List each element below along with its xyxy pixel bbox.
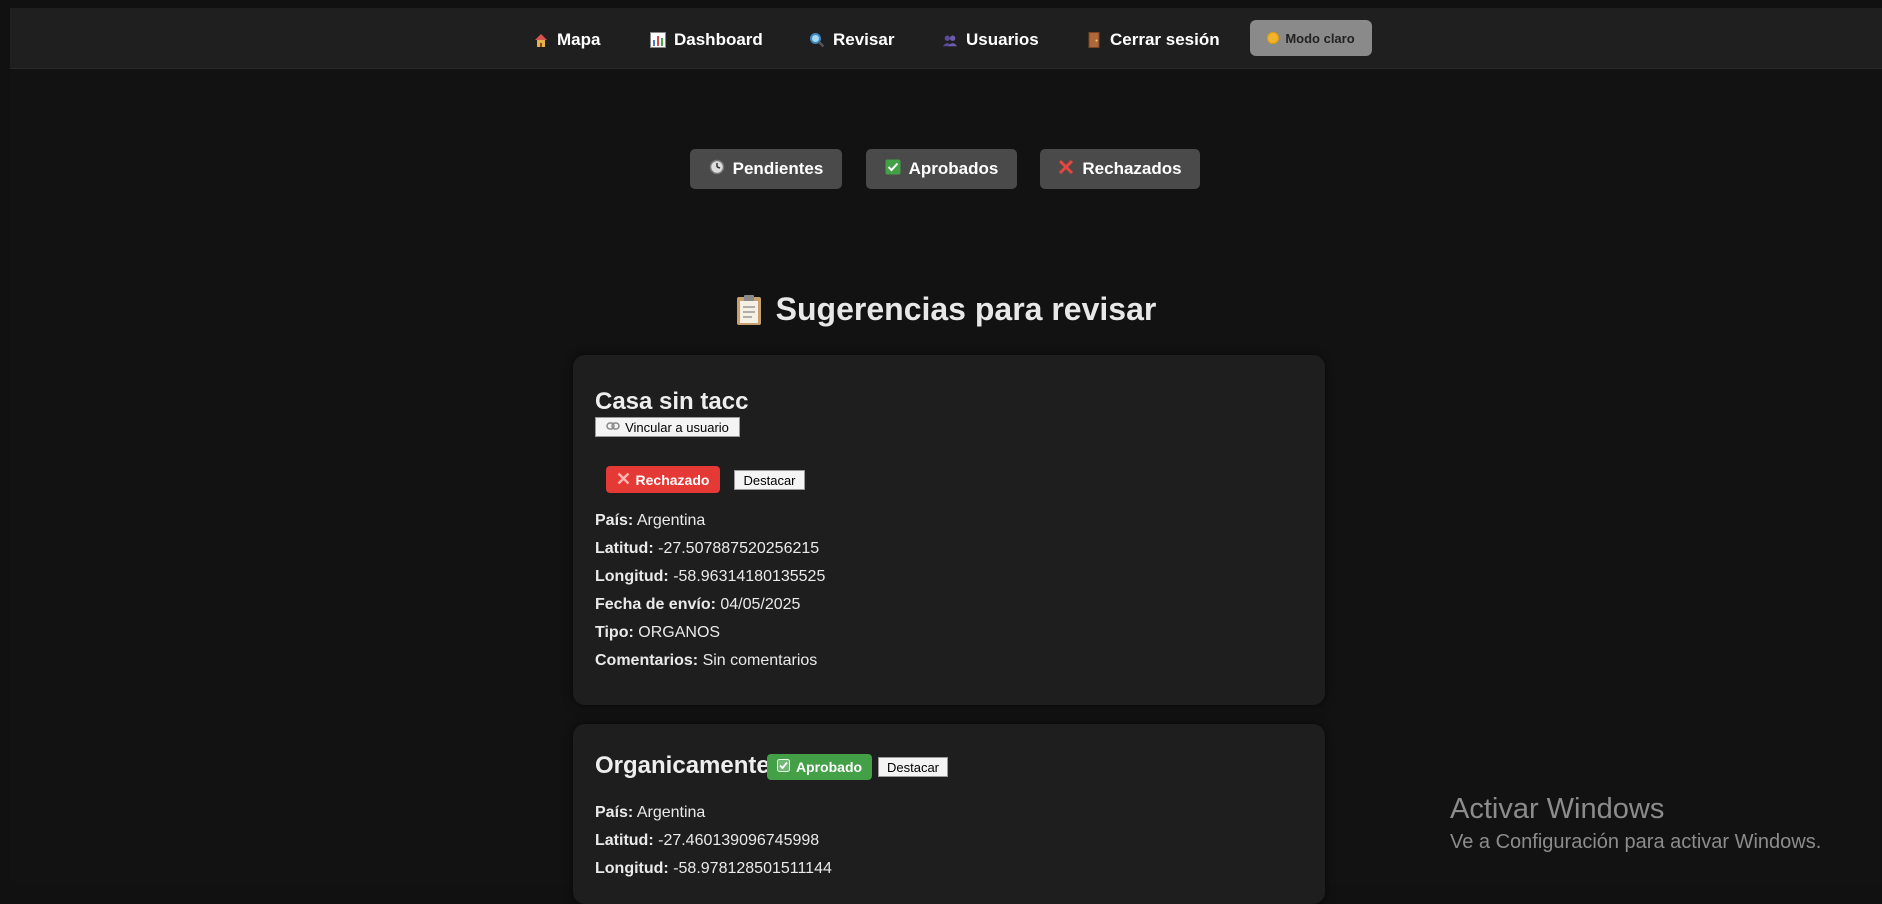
country-label: País: (595, 804, 634, 821)
filter-pending-label: Pendientes (732, 159, 824, 178)
users-icon (942, 32, 958, 48)
link-icon (606, 420, 620, 435)
windows-activation-title: Activar Windows (1450, 793, 1665, 825)
country-value: Argentina (636, 804, 706, 821)
latitude-field: Latitud: -27.507887520256215 (595, 540, 819, 558)
latitude-field: Latitud: -27.460139096745998 (595, 832, 819, 850)
latitude-label: Latitud: (595, 832, 654, 849)
latitude-value: -27.460139096745998 (658, 832, 820, 849)
comments-label: Comentarios: (595, 652, 699, 669)
highlight-label: Destacar (743, 472, 796, 488)
date-label: Fecha de envío: (595, 596, 716, 613)
status-badge-rejected: Rechazado (606, 466, 720, 493)
cross-icon (617, 472, 630, 488)
nav-item-label: Cerrar sesión (1110, 30, 1220, 49)
country-value: Argentina (636, 512, 706, 529)
longitude-value: -58.96314180135525 (673, 568, 826, 585)
nav-item-usuarios[interactable]: Usuarios (942, 28, 1039, 52)
longitude-field: Longitud: -58.96314180135525 (595, 568, 825, 586)
comments-field: Comentarios: Sin comentarios (595, 652, 817, 670)
card-title: Organicamente (595, 752, 770, 779)
link-user-button[interactable]: Vincular a usuario (595, 417, 740, 437)
status-badge-label: Aprobado (795, 759, 863, 775)
navbar: Mapa Dashboard Revisar Usuarios Cerrar s… (10, 8, 1882, 69)
filter-rejected-button[interactable]: Rechazados (1040, 149, 1200, 189)
type-value: ORGANOS (638, 624, 721, 641)
longitude-field: Longitud: -58.978128501511144 (595, 860, 832, 878)
mode-toggle-label: Modo claro (1285, 30, 1355, 46)
sun-icon (1267, 32, 1280, 44)
nav-item-revisar[interactable]: Revisar (809, 28, 894, 52)
check-box-icon (776, 759, 790, 775)
status-badge-approved: Aprobado (767, 754, 872, 780)
latitude-value: -27.507887520256215 (658, 540, 820, 557)
app-frame: Mapa Dashboard Revisar Usuarios Cerrar s… (10, 8, 1882, 904)
door-icon (1086, 32, 1102, 48)
date-field: Fecha de envío: 04/05/2025 (595, 596, 800, 614)
clock-icon (709, 159, 725, 180)
page-title: Sugerencias para revisar (10, 291, 1882, 328)
windows-activation-subtitle: Ve a Configuración para activar Windows. (1450, 831, 1822, 853)
clipboard-icon (736, 294, 762, 326)
nav-item-label: Dashboard (674, 30, 763, 49)
nav-item-label: Mapa (557, 30, 601, 49)
comments-value: Sin comentarios (702, 652, 818, 669)
suggestion-card: Casa sin tacc Vincular a usuario Rechaza… (573, 355, 1325, 705)
longitude-label: Longitud: (595, 860, 669, 877)
type-field: Tipo: ORGANOS (595, 624, 720, 642)
status-badge-label: Rechazado (635, 471, 710, 488)
filter-pending-button[interactable]: Pendientes (690, 149, 842, 189)
page-title-text: Sugerencias para revisar (775, 291, 1157, 327)
filter-approved-button[interactable]: Aprobados (866, 149, 1017, 189)
longitude-label: Longitud: (595, 568, 669, 585)
highlight-button[interactable]: Destacar (878, 757, 948, 777)
suggestion-card: Organicamente Aprobado Destacar País: Ar… (573, 724, 1325, 904)
highlight-label: Destacar (886, 759, 940, 775)
nav-item-cerrar-sesion[interactable]: Cerrar sesión (1086, 28, 1220, 52)
country-label: País: (595, 512, 634, 529)
type-label: Tipo: (595, 624, 634, 641)
country-field: País: Argentina (595, 804, 705, 822)
check-box-icon (885, 159, 901, 180)
light-mode-toggle-button[interactable]: Modo claro (1250, 20, 1372, 56)
house-icon (533, 32, 549, 48)
date-value: 04/05/2025 (720, 596, 801, 613)
highlight-button[interactable]: Destacar (734, 470, 805, 490)
card-title: Casa sin tacc (595, 388, 749, 415)
nav-item-mapa[interactable]: Mapa (533, 28, 600, 52)
country-field: País: Argentina (595, 512, 705, 530)
bar-chart-icon (650, 32, 666, 48)
magnifier-icon (809, 32, 825, 48)
nav-item-dashboard[interactable]: Dashboard (650, 28, 763, 52)
filter-rejected-label: Rechazados (1082, 159, 1182, 178)
filter-approved-label: Aprobados (908, 159, 999, 178)
link-user-label: Vincular a usuario (625, 419, 729, 435)
cross-icon (1058, 159, 1074, 180)
nav-item-label: Revisar (833, 30, 895, 49)
nav-item-label: Usuarios (966, 30, 1039, 49)
longitude-value: -58.978128501511144 (673, 860, 832, 877)
latitude-label: Latitud: (595, 540, 654, 557)
